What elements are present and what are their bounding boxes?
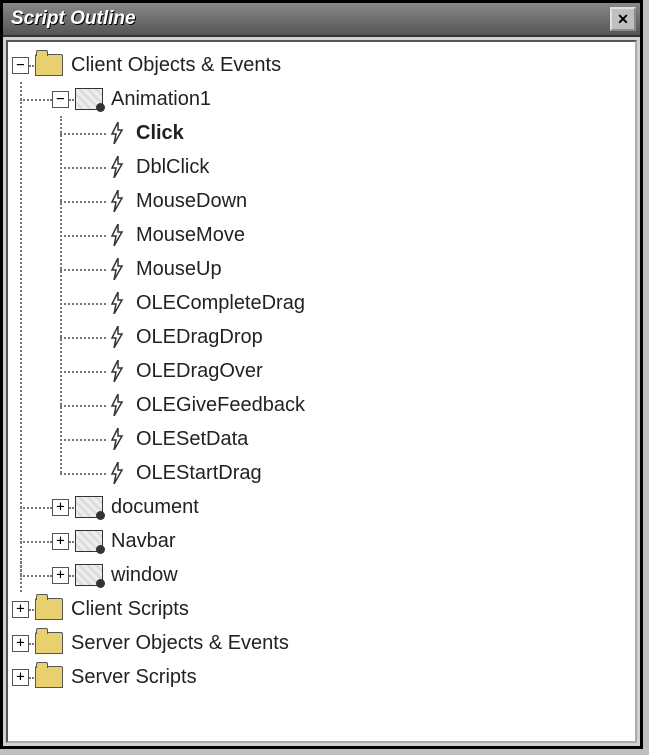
tree-node-server-objects-events[interactable]: + Server Objects & Events (12, 626, 631, 660)
lightning-icon (108, 359, 126, 383)
tree-node-event-olestartdrag[interactable]: OLEStartDrag (12, 456, 631, 490)
tree-label: MouseMove (136, 224, 245, 247)
lightning-icon (108, 223, 126, 247)
script-outline-window: Script Outline ✕ − Client Objects & Even… (0, 0, 643, 749)
expander-minus-icon[interactable]: − (52, 91, 69, 108)
lightning-icon (108, 427, 126, 451)
tree-node-event-olegivefeedback[interactable]: OLEGiveFeedback (12, 388, 631, 422)
tree-label: Animation1 (111, 88, 211, 111)
lightning-icon (108, 393, 126, 417)
lightning-icon (108, 291, 126, 315)
window-title: Script Outline (7, 8, 136, 30)
tree-node-event-mousemove[interactable]: MouseMove (12, 218, 631, 252)
tree-node-navbar[interactable]: + Navbar (12, 524, 631, 558)
tree-node-event-dblclick[interactable]: DblClick (12, 150, 631, 184)
lightning-icon (108, 461, 126, 485)
tree-node-document[interactable]: + document (12, 490, 631, 524)
tree-label: OLESetData (136, 428, 248, 451)
tree-label: OLEStartDrag (136, 462, 262, 485)
folder-icon (35, 54, 63, 76)
object-icon (75, 564, 103, 586)
titlebar: Script Outline ✕ (3, 3, 640, 37)
tree-label: Server Scripts (71, 666, 197, 689)
tree-label: OLECompleteDrag (136, 292, 305, 315)
tree-node-event-mouseup[interactable]: MouseUp (12, 252, 631, 286)
folder-icon (35, 598, 63, 620)
tree-label: OLEGiveFeedback (136, 394, 305, 417)
lightning-icon (108, 257, 126, 281)
lightning-icon (108, 155, 126, 179)
tree-node-animation1[interactable]: − Animation1 (12, 82, 631, 116)
expander-plus-icon[interactable]: + (52, 533, 69, 550)
expander-plus-icon[interactable]: + (12, 635, 29, 652)
tree-label: Client Scripts (71, 598, 189, 621)
tree-view[interactable]: − Client Objects & Events − Animation1 (6, 40, 637, 743)
tree-node-event-olecompletedrag[interactable]: OLECompleteDrag (12, 286, 631, 320)
lightning-icon (108, 121, 126, 145)
tree-node-event-olesetdata[interactable]: OLESetData (12, 422, 631, 456)
object-icon (75, 496, 103, 518)
tree-node-client-scripts[interactable]: + Client Scripts (12, 592, 631, 626)
tree-label: OLEDragOver (136, 360, 263, 383)
tree-label: Client Objects & Events (71, 54, 281, 77)
tree-node-event-click[interactable]: Click (12, 116, 631, 150)
close-button[interactable]: ✕ (610, 7, 636, 31)
tree-node-window-object[interactable]: + window (12, 558, 631, 592)
tree-label: Click (136, 122, 184, 145)
folder-icon (35, 666, 63, 688)
tree-node-event-oledragdrop[interactable]: OLEDragDrop (12, 320, 631, 354)
expander-plus-icon[interactable]: + (12, 669, 29, 686)
folder-icon (35, 632, 63, 654)
expander-plus-icon[interactable]: + (52, 567, 69, 584)
object-icon (75, 88, 103, 110)
tree-node-event-oledragover[interactable]: OLEDragOver (12, 354, 631, 388)
expander-minus-icon[interactable]: − (12, 57, 29, 74)
tree-node-client-objects-events[interactable]: − Client Objects & Events (12, 48, 631, 82)
expander-plus-icon[interactable]: + (52, 499, 69, 516)
expander-plus-icon[interactable]: + (12, 601, 29, 618)
close-icon: ✕ (617, 11, 629, 28)
tree-label: DblClick (136, 156, 209, 179)
tree-label: Navbar (111, 530, 175, 553)
tree-label: Server Objects & Events (71, 632, 289, 655)
tree-label: window (111, 564, 178, 587)
tree-label: OLEDragDrop (136, 326, 263, 349)
lightning-icon (108, 189, 126, 213)
lightning-icon (108, 325, 126, 349)
tree-label: MouseUp (136, 258, 222, 281)
object-icon (75, 530, 103, 552)
tree-label: document (111, 496, 199, 519)
tree-node-server-scripts[interactable]: + Server Scripts (12, 660, 631, 694)
tree-label: MouseDown (136, 190, 247, 213)
tree-node-event-mousedown[interactable]: MouseDown (12, 184, 631, 218)
